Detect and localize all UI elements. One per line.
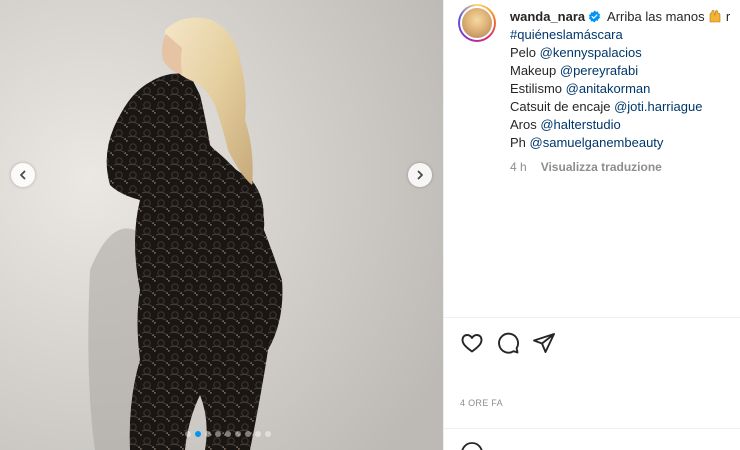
credit-label: Estilismo (510, 81, 563, 96)
avatar-image (460, 6, 494, 40)
credit-line: Catsuit de encaje @joti.harriague (510, 98, 740, 116)
hashtag-link[interactable]: #quiéneslamáscara (510, 26, 740, 44)
caption-meta: 4 h Visualizza traduzione (510, 158, 740, 176)
translate-link[interactable]: Visualizza traduzione (541, 160, 662, 174)
caption-body: wanda_nara Arriba las manos r #quiénesla… (510, 8, 740, 176)
post-media[interactable] (0, 0, 443, 450)
carousel-prev-button[interactable] (11, 163, 35, 187)
carousel-dot (215, 431, 221, 437)
raising-hands-emoji-icon (709, 10, 721, 23)
mention-link[interactable]: @samuelganembeauty (530, 135, 664, 150)
share-icon[interactable] (532, 331, 556, 355)
carousel-dots (185, 431, 271, 437)
comment-row[interactable] (460, 441, 500, 450)
caption-trailing: r (725, 9, 731, 24)
emoji-icon[interactable] (460, 441, 484, 450)
carousel-dot (235, 431, 241, 437)
avatar[interactable] (458, 4, 496, 42)
post-age[interactable]: 4 h (510, 160, 527, 174)
credit-label: Catsuit de encaje (510, 99, 611, 114)
chevron-left-icon (20, 170, 26, 180)
heart-icon[interactable] (460, 331, 484, 355)
chevron-right-icon (417, 170, 423, 180)
carousel-dot (245, 431, 251, 437)
credit-label: Aros (510, 117, 537, 132)
post-side-panel: wanda_nara Arriba las manos r #quiénesla… (443, 0, 740, 450)
carousel-next-button[interactable] (408, 163, 432, 187)
carousel-dot-active (195, 431, 201, 437)
post-photo (0, 0, 443, 450)
carousel-dot (255, 431, 261, 437)
mention-link[interactable]: @kennyspalacios (540, 45, 642, 60)
post-caption: wanda_nara Arriba las manos r #quiénesla… (458, 4, 740, 176)
comment-icon[interactable] (496, 331, 520, 355)
credit-label: Makeup (510, 63, 557, 78)
caption-first-line: wanda_nara Arriba las manos r (510, 8, 740, 26)
carousel-dot (185, 431, 191, 437)
mention-link[interactable]: @pereyrafabi (560, 63, 638, 78)
instagram-post: wanda_nara Arriba las manos r #quiénesla… (0, 0, 740, 450)
credit-line: Aros @halterstudio (510, 116, 740, 134)
carousel-dot (265, 431, 271, 437)
divider (444, 317, 740, 318)
credit-line: Makeup @pereyrafabi (510, 62, 740, 80)
divider (444, 428, 740, 429)
caption-text: Arriba las manos (604, 9, 709, 24)
credit-label: Pelo (510, 45, 537, 60)
mention-link[interactable]: @halterstudio (540, 117, 620, 132)
verified-badge-icon (589, 10, 601, 23)
mention-link[interactable]: @joti.harriague (614, 99, 702, 114)
username[interactable]: wanda_nara (510, 9, 585, 24)
credit-label: Ph (510, 135, 526, 150)
post-actions (460, 331, 556, 355)
mention-link[interactable]: @anitakorman (566, 81, 651, 96)
credit-line: Pelo @kennyspalacios (510, 44, 740, 62)
post-timestamp[interactable]: 4 ORE FA (460, 398, 503, 408)
carousel-dot (205, 431, 211, 437)
carousel-dot (225, 431, 231, 437)
credit-line: Estilismo @anitakorman (510, 80, 740, 98)
credit-line: Ph @samuelganembeauty (510, 134, 740, 152)
